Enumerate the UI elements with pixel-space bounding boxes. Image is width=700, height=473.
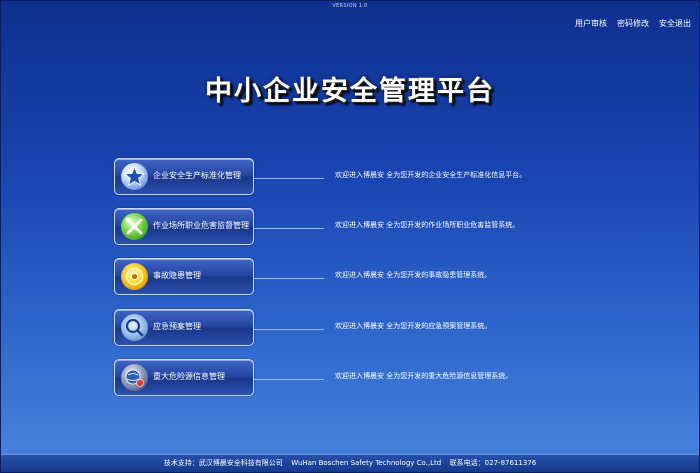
standardization-button[interactable]: 企业安全生产标准化管理 — [114, 158, 254, 195]
user-review-link[interactable]: 用户审核 — [575, 18, 607, 29]
menu-label: 应急预案管理 — [153, 321, 201, 331]
magnifier-icon — [121, 313, 148, 341]
major-hazard-button[interactable]: 重大危险源信息管理 — [114, 358, 254, 396]
module-menu: 企业安全生产标准化管理 欢迎进入博晨安 全为您开发的企业安全生产标准化信息平台。… — [114, 158, 564, 409]
connector-line — [254, 178, 324, 179]
contact-phone: 联系电话：027-87611376 — [449, 459, 537, 467]
menu-description: 欢迎进入博晨安 全为您开发的企业安全生产标准化信息平台。 — [335, 171, 527, 179]
menu-description: 欢迎进入博晨安 全为您开发的应急预案管理系统。 — [335, 321, 492, 330]
connector-line — [254, 278, 324, 280]
menu-description: 欢迎进入博晨安 全为您开发的作业场所职业危害监管系统。 — [335, 221, 520, 230]
menu-label: 作业场所职业危害监督管理 — [153, 221, 249, 231]
top-links: 用户审核 密码修改 安全退出 — [575, 18, 691, 29]
change-password-link[interactable]: 密码修改 — [617, 18, 649, 29]
menu-label: 重大危险源信息管理 — [153, 371, 225, 381]
app-window: VERSION 1.0 用户审核 密码修改 安全退出 中小企业安全管理平台 企业… — [0, 0, 700, 473]
connector-line — [254, 378, 324, 380]
menu-label: 事故隐患管理 — [153, 271, 201, 281]
menu-description: 欢迎进入博晨安 全为您开发的重大危险源信息管理系统。 — [335, 371, 513, 380]
menu-row: 应急预案管理 欢迎进入博晨安 全为您开发的应急预案管理系统。 — [114, 308, 564, 346]
star-icon — [121, 163, 148, 190]
menu-description: 欢迎进入博晨安 全为您开发的事故隐患管理系统。 — [335, 271, 492, 280]
globe-icon — [121, 363, 148, 391]
version-label: VERSION 1.0 — [332, 3, 368, 9]
menu-label: 企业安全生产标准化管理 — [153, 171, 241, 180]
tools-icon — [121, 213, 148, 241]
emergency-plan-button[interactable]: 应急预案管理 — [114, 308, 254, 346]
accident-hazard-button[interactable]: 事故隐患管理 — [114, 258, 254, 296]
menu-row: 事故隐患管理 欢迎进入博晨安 全为您开发的事故隐患管理系统。 — [114, 258, 564, 296]
company-english-name: WuHan Boschen Safety Technology Co.,Ltd — [291, 459, 442, 467]
connector-line — [254, 328, 324, 330]
footer-bar: 技术支持：武汉博晨安全科技有限公司 WuHan Boschen Safety T… — [1, 454, 699, 472]
logout-link[interactable]: 安全退出 — [659, 18, 691, 29]
tech-support-text: 技术支持：武汉博晨安全科技有限公司 — [163, 459, 283, 467]
occupational-hazard-button[interactable]: 作业场所职业危害监督管理 — [114, 208, 254, 246]
menu-row: 企业安全生产标准化管理 欢迎进入博晨安 全为您开发的企业安全生产标准化信息平台。 — [114, 158, 564, 195]
menu-row: 重大危险源信息管理 欢迎进入博晨安 全为您开发的重大危险源信息管理系统。 — [114, 358, 564, 396]
connector-line — [254, 228, 324, 230]
menu-row: 作业场所职业危害监督管理 欢迎进入博晨安 全为您开发的作业场所职业危害监管系统。 — [114, 208, 564, 246]
page-title: 中小企业安全管理平台 — [205, 76, 495, 107]
disc-icon — [121, 263, 148, 291]
